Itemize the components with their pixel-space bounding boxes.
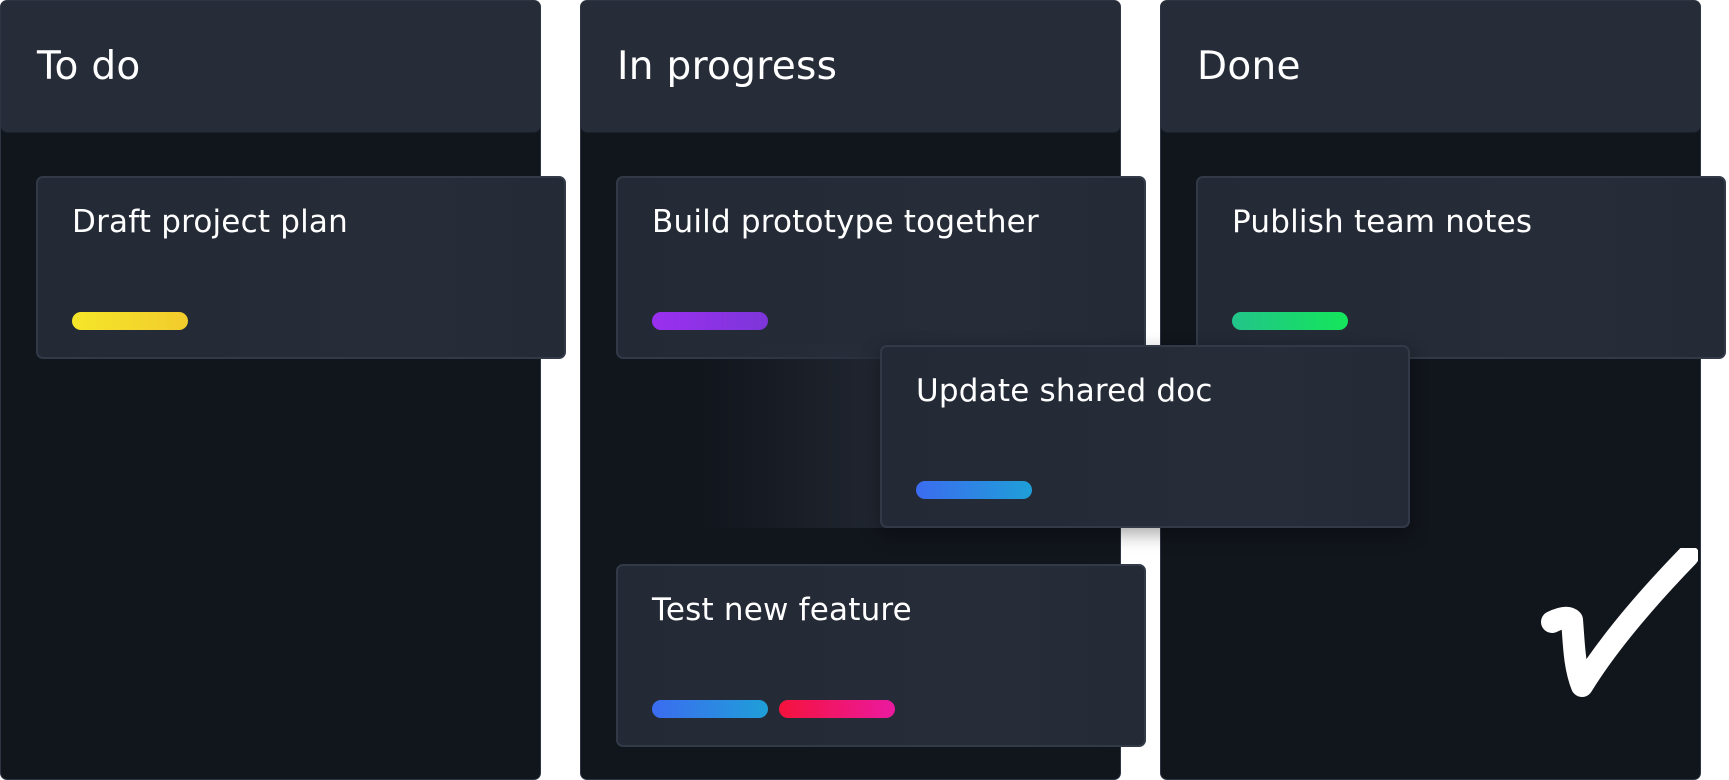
card-tags — [652, 700, 895, 718]
card-draft-project-plan[interactable]: Draft project plan — [36, 176, 566, 359]
card-test-new-feature[interactable]: Test new feature — [616, 564, 1146, 747]
card-title: Draft project plan — [72, 204, 348, 240]
card-publish-team-notes[interactable]: Publish team notes — [1196, 176, 1726, 359]
column-title: To do — [37, 44, 141, 89]
column-header-done: Done — [1161, 1, 1700, 133]
tag-yellow — [72, 312, 188, 330]
tag-pink — [779, 700, 895, 718]
tag-green — [1232, 312, 1348, 330]
kanban-board: To do In progress Done Draft project pla… — [0, 0, 1729, 780]
column-header-in-progress: In progress — [581, 1, 1120, 133]
card-tags — [1232, 312, 1348, 330]
checkmark-icon — [1541, 548, 1698, 697]
card-title: Publish team notes — [1232, 204, 1533, 240]
column-todo: To do — [0, 0, 541, 780]
card-tags — [72, 312, 188, 330]
drag-motion-trail — [700, 345, 890, 528]
tag-blue — [916, 481, 1032, 499]
card-tags — [652, 312, 768, 330]
card-tags — [916, 481, 1032, 499]
card-build-prototype[interactable]: Build prototype together — [616, 176, 1146, 359]
column-title: Done — [1197, 44, 1301, 89]
tag-purple — [652, 312, 768, 330]
column-header-todo: To do — [1, 1, 540, 133]
tag-blue — [652, 700, 768, 718]
column-title: In progress — [617, 44, 838, 89]
card-title: Update shared doc — [916, 373, 1213, 409]
card-title: Test new feature — [652, 592, 912, 628]
card-title: Build prototype together — [652, 204, 1039, 240]
card-update-shared-doc[interactable]: Update shared doc — [880, 345, 1410, 528]
